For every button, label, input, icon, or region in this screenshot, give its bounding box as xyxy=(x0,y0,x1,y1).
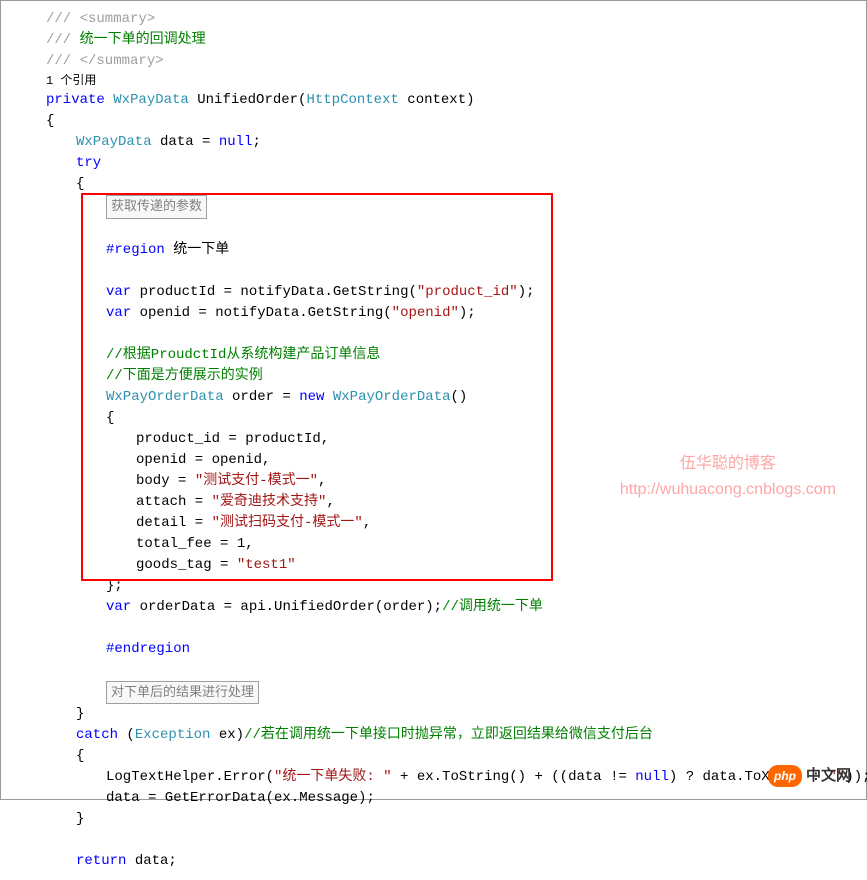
comment-build: //根据ProudctId从系统构建产品订单信息 xyxy=(106,347,380,363)
summary-desc: 统一下单的回调处理 xyxy=(80,32,206,48)
code-token: WxPayData xyxy=(113,92,189,108)
comment-example: //下面是方便展示的实例 xyxy=(106,368,263,384)
code-token: data = xyxy=(152,134,219,150)
code-token: , xyxy=(318,473,326,489)
code-token: null xyxy=(219,134,253,150)
code-token: #region xyxy=(106,242,165,258)
logo-badge: php xyxy=(768,765,802,787)
code-token xyxy=(105,92,113,108)
code-token: total_fee = 1, xyxy=(136,536,254,552)
code-token: productId = notifyData.GetString( xyxy=(131,284,417,300)
code-token: , xyxy=(326,494,334,510)
code-token xyxy=(106,221,114,237)
code-token: /// xyxy=(46,32,80,48)
code-token: ; xyxy=(252,134,260,150)
code-token: WxPayOrderData xyxy=(106,389,224,405)
code-token: "测试支付-模式一" xyxy=(195,473,318,489)
code-token xyxy=(106,620,114,636)
code-token: ex) xyxy=(210,727,244,743)
code-token xyxy=(106,662,114,678)
summary-open: /// <summary> xyxy=(46,11,155,27)
code-token: }; xyxy=(106,578,123,594)
site-logo: php 中文网 xyxy=(768,765,851,788)
code-token: openid = openid, xyxy=(136,452,270,468)
code-token: detail = xyxy=(136,515,212,531)
code-token: () xyxy=(451,389,468,405)
ref-count: 1 个引用 xyxy=(46,74,96,88)
code-token: private xyxy=(46,92,105,108)
code-token: { xyxy=(106,410,114,426)
code-token: "测试扫码支付-模式一" xyxy=(212,515,363,531)
code-token: attach = xyxy=(136,494,212,510)
code-token: order = xyxy=(224,389,300,405)
code-token: "爱奇迪技术支持" xyxy=(212,494,327,510)
code-token: "统一下单失败: " xyxy=(274,769,392,785)
code-token: orderData = api.UnifiedOrder(order); xyxy=(131,599,442,615)
code-token xyxy=(106,326,114,342)
code-token: data; xyxy=(126,853,176,869)
code-token: { xyxy=(76,748,84,764)
code-token: , xyxy=(363,515,371,531)
code-token: HttpContext xyxy=(306,92,398,108)
code-token: WxPayData xyxy=(76,134,152,150)
code-token: context) xyxy=(399,92,475,108)
code-token: var xyxy=(106,305,131,321)
collapsed-result[interactable]: 对下单后的结果进行处理 xyxy=(106,681,259,705)
code-token: try xyxy=(76,155,101,171)
code-token: ( xyxy=(118,727,135,743)
code-token: null xyxy=(635,769,669,785)
code-token: new xyxy=(299,389,324,405)
code-token: var xyxy=(106,284,131,300)
code-token: "product_id" xyxy=(417,284,518,300)
code-token: openid = notifyData.GetString( xyxy=(131,305,391,321)
code-token xyxy=(324,389,332,405)
collapsed-params[interactable]: 获取传递的参数 xyxy=(106,195,207,219)
region-title: 统一下单 xyxy=(165,242,229,258)
summary-close: /// </summary> xyxy=(46,53,164,69)
code-token: WxPayOrderData xyxy=(333,389,451,405)
catch-comment: //若在调用统一下单接口时抛异常，立即返回结果给微信支付后台 xyxy=(244,727,653,743)
code-token: } xyxy=(76,811,84,827)
code-token: LogTextHelper.Error( xyxy=(106,769,274,785)
code-token xyxy=(106,263,114,279)
code-token: catch xyxy=(76,727,118,743)
code-token xyxy=(76,832,84,848)
endregion: #endregion xyxy=(106,641,190,657)
code-token: body = xyxy=(136,473,195,489)
code-token: var xyxy=(106,599,131,615)
code-token: ); xyxy=(518,284,535,300)
code-token: + ex.ToString() + ((data != xyxy=(392,769,636,785)
code-token: } xyxy=(76,706,84,722)
code-token: "openid" xyxy=(392,305,459,321)
code-token: product_id = productId, xyxy=(136,431,329,447)
code-token: { xyxy=(76,176,84,192)
code-area: /// <summary> /// 统一下单的回调处理 /// </summary>… xyxy=(1,1,866,880)
code-token: ); xyxy=(459,305,476,321)
code-token: return xyxy=(76,853,126,869)
logo-text: 中文网 xyxy=(806,765,851,788)
code-token: goods_tag = xyxy=(136,557,237,573)
code-token: Exception xyxy=(135,727,211,743)
code-token: "test1" xyxy=(237,557,296,573)
code-token: UnifiedOrder( xyxy=(189,92,307,108)
code-token: data = GetErrorData(ex.Message); xyxy=(106,790,375,806)
comment-call: //调用统一下单 xyxy=(442,599,543,615)
code-token: { xyxy=(46,113,54,129)
